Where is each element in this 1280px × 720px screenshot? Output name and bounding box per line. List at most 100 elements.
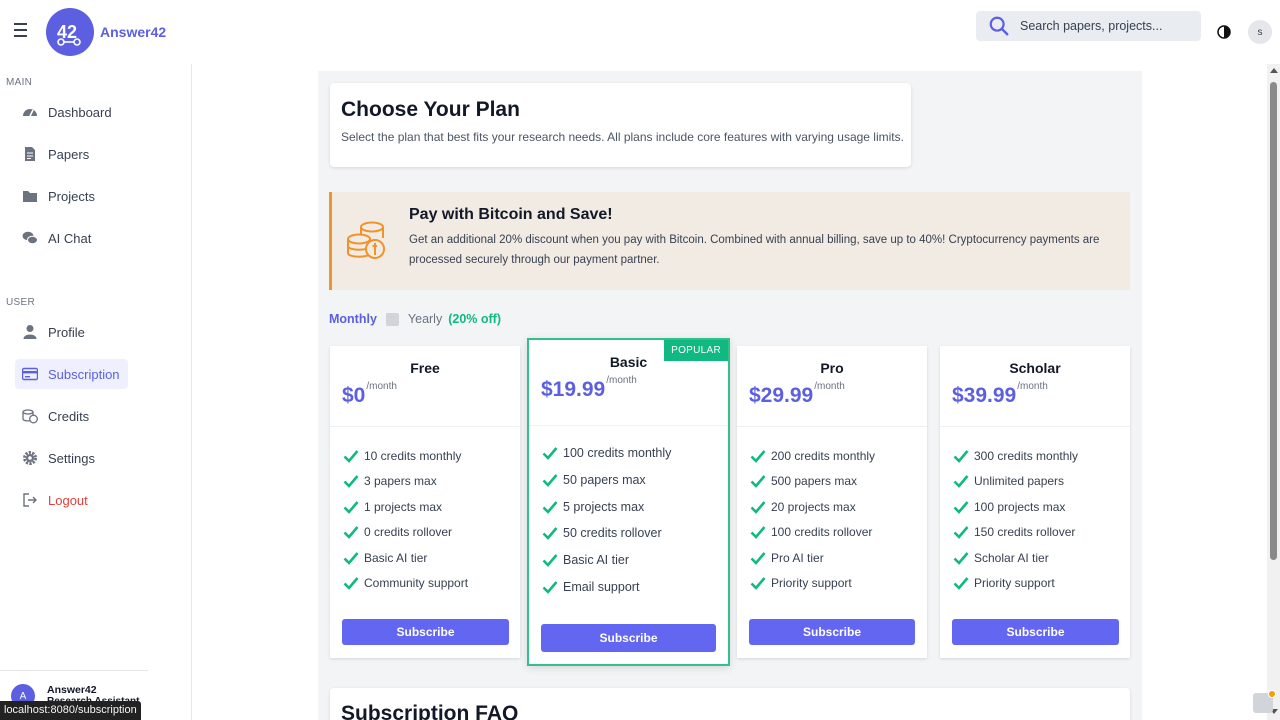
check-icon bbox=[750, 449, 766, 463]
billing-toggle: Monthly Yearly (20% off) bbox=[329, 310, 501, 328]
plan-divider bbox=[529, 425, 728, 426]
feature-text: 300 credits monthly bbox=[974, 448, 1079, 463]
check-icon bbox=[750, 551, 766, 565]
chat-icon bbox=[22, 230, 38, 246]
feature-item: 300 credits monthly bbox=[953, 443, 1078, 469]
plan-price: $0 /month bbox=[342, 381, 397, 408]
feature-text: Basic AI tier bbox=[563, 553, 629, 568]
feature-item: Pro AI tier bbox=[750, 545, 875, 571]
feature-text: 5 projects max bbox=[563, 499, 645, 514]
check-icon bbox=[953, 475, 969, 489]
app-logo[interactable]: 42 bbox=[46, 8, 94, 56]
section-label-user: USER bbox=[6, 297, 35, 308]
feature-item: Basic AI tier bbox=[542, 547, 671, 574]
feature-item: 1 projects max bbox=[343, 494, 468, 520]
price-period: /month bbox=[1017, 381, 1048, 392]
feature-list: 200 credits monthly 500 papers max 20 pr… bbox=[750, 443, 875, 596]
plan-price: $29.99 /month bbox=[749, 381, 845, 408]
feature-text: Community support bbox=[364, 576, 469, 591]
feature-text: 100 credits monthly bbox=[563, 446, 672, 461]
plan-header-card: Choose Your Plan Select the plan that be… bbox=[330, 83, 911, 167]
price-period: /month bbox=[366, 381, 397, 392]
search-bar[interactable] bbox=[976, 11, 1201, 41]
feature-item: 100 projects max bbox=[953, 494, 1078, 520]
assistant-name: Answer42 bbox=[47, 684, 97, 696]
sidebar-item-profile[interactable]: Profile bbox=[15, 317, 128, 347]
feature-text: 20 projects max bbox=[771, 499, 856, 514]
sidebar-item-ai-chat[interactable]: AI Chat bbox=[15, 223, 128, 253]
scroll-up-arrow-icon[interactable] bbox=[1270, 68, 1278, 73]
sidebar-item-settings[interactable]: Settings bbox=[15, 443, 128, 473]
subscribe-button-basic[interactable]: Subscribe bbox=[541, 624, 716, 652]
check-icon bbox=[953, 500, 969, 514]
feature-text: Priority support bbox=[771, 576, 852, 591]
feature-text: 50 papers max bbox=[563, 473, 646, 488]
sidebar-item-label: Dashboard bbox=[48, 104, 112, 120]
sidebar: MAIN Dashboard Papers Projects AI Chat U… bbox=[0, 64, 192, 720]
sidebar-item-label: AI Chat bbox=[48, 230, 92, 246]
check-icon bbox=[343, 551, 359, 565]
check-icon bbox=[542, 500, 558, 514]
feature-item: Email support bbox=[542, 573, 671, 600]
check-icon bbox=[750, 526, 766, 540]
user-avatar[interactable]: s bbox=[1248, 20, 1272, 44]
plan-name: Pro bbox=[820, 360, 844, 376]
bitcoin-coins-icon bbox=[347, 221, 385, 259]
logout-icon bbox=[22, 492, 38, 508]
sidebar-item-label: Papers bbox=[48, 146, 90, 162]
feature-list: 10 credits monthly 3 papers max 1 projec… bbox=[343, 443, 468, 596]
plan-name: Scholar bbox=[1009, 360, 1061, 376]
sidebar-item-dashboard[interactable]: Dashboard bbox=[15, 97, 128, 127]
search-icon[interactable] bbox=[988, 15, 1010, 37]
monthly-option[interactable]: Monthly bbox=[329, 312, 377, 326]
feature-text: 100 credits rollover bbox=[771, 525, 873, 540]
theme-toggle-icon[interactable] bbox=[1216, 24, 1232, 40]
feature-item: 3 papers max bbox=[343, 469, 468, 495]
check-icon bbox=[953, 577, 969, 591]
credit-card-icon bbox=[22, 366, 38, 382]
price-amount: $0 bbox=[342, 384, 366, 407]
document-icon bbox=[22, 146, 38, 162]
notification-dot bbox=[1268, 690, 1276, 698]
yearly-checkbox[interactable] bbox=[385, 312, 399, 326]
scrollbar-thumb[interactable] bbox=[1270, 82, 1277, 560]
feature-item: 200 credits monthly bbox=[750, 443, 875, 469]
sidebar-item-papers[interactable]: Papers bbox=[15, 139, 128, 169]
check-icon bbox=[343, 475, 359, 489]
plan-name: Basic bbox=[609, 354, 648, 370]
feature-item: 0 credits rollover bbox=[343, 520, 468, 546]
top-header: 42 Answer42 s bbox=[0, 0, 1280, 64]
feature-item: Priority support bbox=[953, 571, 1078, 597]
sidebar-item-logout[interactable]: Logout bbox=[15, 485, 128, 515]
feature-item: 5 projects max bbox=[542, 493, 671, 520]
feature-item: Priority support bbox=[750, 571, 875, 597]
sidebar-item-projects[interactable]: Projects bbox=[15, 181, 128, 211]
feature-item: 100 credits monthly bbox=[542, 440, 671, 467]
yearly-option[interactable]: Yearly bbox=[408, 312, 442, 326]
search-input[interactable] bbox=[1020, 19, 1190, 33]
section-label-main: MAIN bbox=[6, 77, 33, 88]
plan-card-basic: POPULAR Basic $19.99 /month 100 credits … bbox=[527, 338, 730, 666]
price-period: /month bbox=[606, 375, 637, 386]
plan-card-pro: Pro $29.99 /month 200 credits monthly 50… bbox=[737, 346, 927, 658]
folder-icon bbox=[22, 188, 38, 204]
dev-tools-widget-icon[interactable] bbox=[1253, 690, 1276, 713]
brand-name[interactable]: Answer42 bbox=[100, 24, 166, 40]
status-bar-url: localhost:8080/subscription bbox=[0, 701, 141, 720]
check-icon bbox=[343, 449, 359, 463]
price-period: /month bbox=[814, 381, 845, 392]
sidebar-footer-divider bbox=[0, 670, 148, 671]
banner-text: Get an additional 20% discount when you … bbox=[409, 234, 1100, 266]
menu-icon[interactable] bbox=[14, 23, 32, 39]
check-icon bbox=[542, 474, 558, 487]
sidebar-item-label: Logout bbox=[48, 492, 88, 508]
check-icon bbox=[343, 500, 359, 514]
subscribe-button-pro[interactable]: Subscribe bbox=[749, 619, 915, 645]
check-icon bbox=[953, 526, 969, 540]
subscribe-button-free[interactable]: Subscribe bbox=[342, 619, 509, 645]
page-scrollbar[interactable] bbox=[1267, 64, 1280, 720]
sidebar-item-subscription[interactable]: Subscription bbox=[15, 359, 128, 389]
sidebar-item-credits[interactable]: Credits bbox=[15, 401, 128, 431]
plan-divider bbox=[940, 426, 1130, 427]
subscribe-button-scholar[interactable]: Subscribe bbox=[952, 619, 1119, 645]
